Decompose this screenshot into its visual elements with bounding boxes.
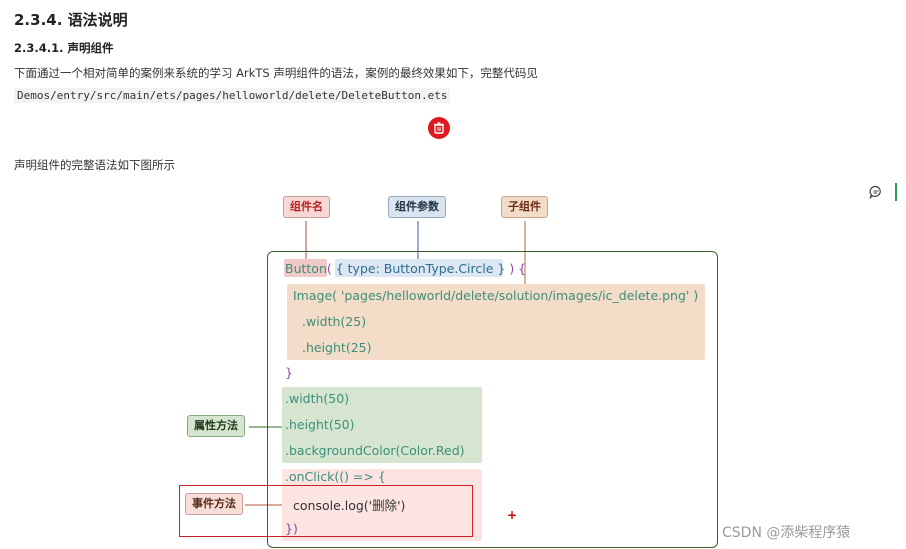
plus-marker: + — [507, 508, 518, 522]
comment-icon[interactable] — [869, 185, 883, 199]
side-indicator — [895, 183, 897, 201]
label-attribute-methods: 属性方法 — [187, 415, 245, 437]
code-button-params: { type: ButtonType.Circle } — [335, 261, 506, 276]
code-brace-close: } — [285, 365, 293, 380]
code-button-name: Button — [285, 261, 327, 276]
diagram-intro: 声明组件的完整语法如下图所示 — [14, 158, 175, 172]
code-path: Demos/entry/src/main/ets/pages/helloworl… — [14, 88, 451, 103]
label-component-params: 组件参数 — [388, 196, 446, 218]
code-image-line: Image( 'pages/helloworld/delete/solution… — [293, 288, 699, 303]
code-onclick: .onClick(() => { — [285, 469, 386, 484]
code-button-close: ) { — [505, 261, 527, 276]
syntax-diagram: Button( { type: ButtonType.Circle } ) { … — [175, 183, 726, 549]
code-height50: .height(50) — [285, 417, 355, 432]
code-button-open: ( — [326, 261, 336, 276]
code-height25: .height(25) — [302, 340, 372, 355]
intro-text: 下面通过一个相对简单的案例来系统的学习 ArkTS 声明组件的语法，案例的最终效… — [14, 66, 538, 80]
trash-icon — [434, 122, 444, 134]
label-event-methods: 事件方法 — [185, 493, 243, 515]
code-width50: .width(50) — [285, 391, 350, 406]
watermark: CSDN @添柴程序猿 — [722, 525, 851, 541]
intro-paragraph: 下面通过一个相对简单的案例来系统的学习 ArkTS 声明组件的语法，案例的最终效… — [14, 62, 884, 107]
code-button-line: Button( { type: ButtonType.Circle } ) { — [285, 261, 526, 276]
code-bgcolor: .backgroundColor(Color.Red) — [285, 443, 465, 458]
section-heading: 2.3.4. 语法说明 — [14, 11, 128, 29]
code-width25: .width(25) — [302, 314, 367, 329]
label-component-name: 组件名 — [283, 196, 330, 218]
label-child-component: 子组件 — [501, 196, 548, 218]
delete-button[interactable] — [428, 117, 450, 139]
subsection-heading: 2.3.4.1. 声明组件 — [14, 41, 114, 55]
